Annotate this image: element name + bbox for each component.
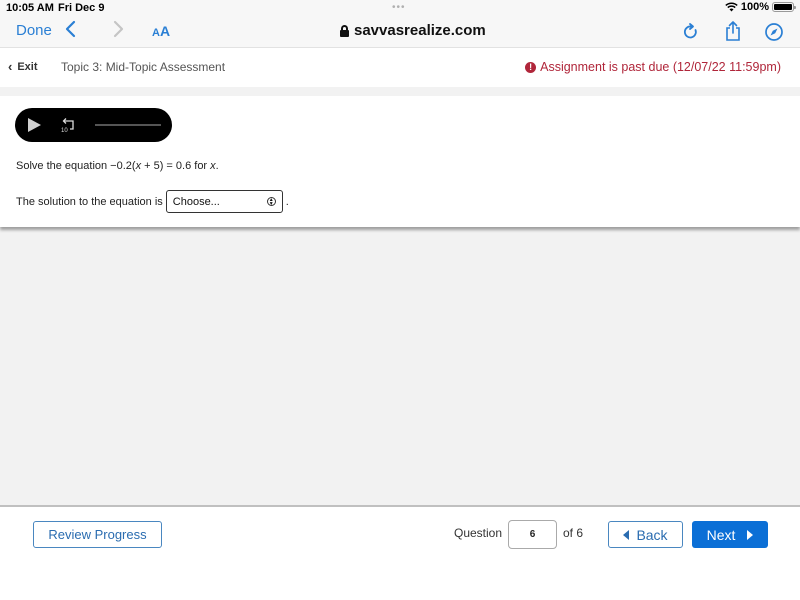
rewind-10-icon[interactable]: 10 bbox=[59, 116, 79, 134]
rewind-seconds-label: 10 bbox=[61, 128, 68, 134]
wifi-icon bbox=[725, 2, 738, 12]
battery-percent: 100% bbox=[740, 1, 769, 13]
url-text: savvasrealize.com bbox=[354, 22, 486, 39]
question-prompt: Solve the equation −0.2(x + 5) = 0.6 for… bbox=[16, 160, 219, 172]
text-size-big-glyph: A bbox=[159, 23, 171, 39]
browser-toolbar: Done AA savvasrealize.com bbox=[0, 16, 800, 48]
reload-icon[interactable] bbox=[681, 22, 701, 42]
text-size-button[interactable]: AA bbox=[152, 23, 170, 41]
chevron-left-icon: ‹ bbox=[8, 59, 13, 74]
page-title: Topic 3: Mid-Topic Assessment bbox=[61, 60, 226, 74]
assessment-header: ‹ Exit Topic 3: Mid-Topic Assessment ! A… bbox=[0, 49, 800, 87]
caret-left-icon bbox=[623, 529, 630, 540]
answer-period: . bbox=[285, 195, 289, 208]
back-label: Back bbox=[636, 526, 668, 543]
exit-button[interactable]: ‹ Exit bbox=[8, 59, 38, 74]
lock-icon bbox=[340, 24, 349, 37]
compass-icon[interactable] bbox=[764, 22, 784, 42]
ios-status-bar: 10:05 AM Fri Dec 9 ••• 100% bbox=[0, 0, 800, 16]
status-time: 10:05 AM bbox=[6, 2, 54, 14]
past-due-text: Assignment is past due (12/07/22 11:59pm… bbox=[540, 60, 781, 74]
answer-selected-value: Choose... bbox=[172, 195, 220, 208]
next-button[interactable]: Next bbox=[692, 521, 768, 548]
status-indicators: 100% bbox=[725, 1, 796, 13]
answer-label: The solution to the equation is bbox=[16, 195, 163, 208]
battery-icon bbox=[772, 2, 796, 12]
answer-line: The solution to the equation is Choose..… bbox=[16, 190, 289, 213]
question-label: Question bbox=[454, 526, 503, 540]
done-button[interactable]: Done bbox=[16, 22, 52, 39]
question-total: of 6 bbox=[563, 526, 584, 540]
multitasking-dots[interactable]: ••• bbox=[392, 2, 406, 13]
exclamation-icon: ! bbox=[525, 61, 537, 73]
next-label: Next bbox=[706, 526, 736, 543]
answer-dropdown[interactable]: Choose... ▲ ▼ bbox=[165, 190, 283, 213]
exit-label: Exit bbox=[17, 60, 38, 73]
past-due-alert: ! Assignment is past due (12/07/22 11:59… bbox=[525, 60, 781, 74]
back-button[interactable]: Back bbox=[608, 521, 683, 548]
status-date: Fri Dec 9 bbox=[58, 2, 105, 14]
chevron-left-icon[interactable] bbox=[64, 20, 76, 44]
caret-right-icon bbox=[747, 529, 754, 540]
prompt-text: + 5) = 0.6 for bbox=[141, 160, 211, 172]
question-number-input[interactable]: 6 bbox=[508, 520, 557, 549]
prompt-text: . bbox=[215, 160, 219, 172]
share-icon[interactable] bbox=[723, 20, 743, 41]
chevron-updown-icon: ▲ ▼ bbox=[266, 197, 276, 206]
address-bar[interactable]: savvasrealize.com bbox=[340, 22, 486, 39]
audio-progress-track[interactable] bbox=[95, 124, 161, 126]
review-progress-button[interactable]: Review Progress bbox=[33, 521, 162, 548]
question-card: 10 Solve the equation −0.2(x + 5) = 0.6 … bbox=[0, 96, 800, 227]
battery-fill bbox=[774, 4, 792, 10]
play-icon[interactable] bbox=[28, 118, 41, 132]
audio-player: 10 bbox=[15, 108, 172, 142]
text-size-small-glyph: A bbox=[152, 27, 160, 39]
prompt-text: Solve the equation −0.2( bbox=[16, 160, 136, 172]
chevron-right-icon bbox=[113, 20, 125, 44]
assessment-footer: Review Progress Question 6 of 6 Back Nex… bbox=[0, 509, 800, 600]
